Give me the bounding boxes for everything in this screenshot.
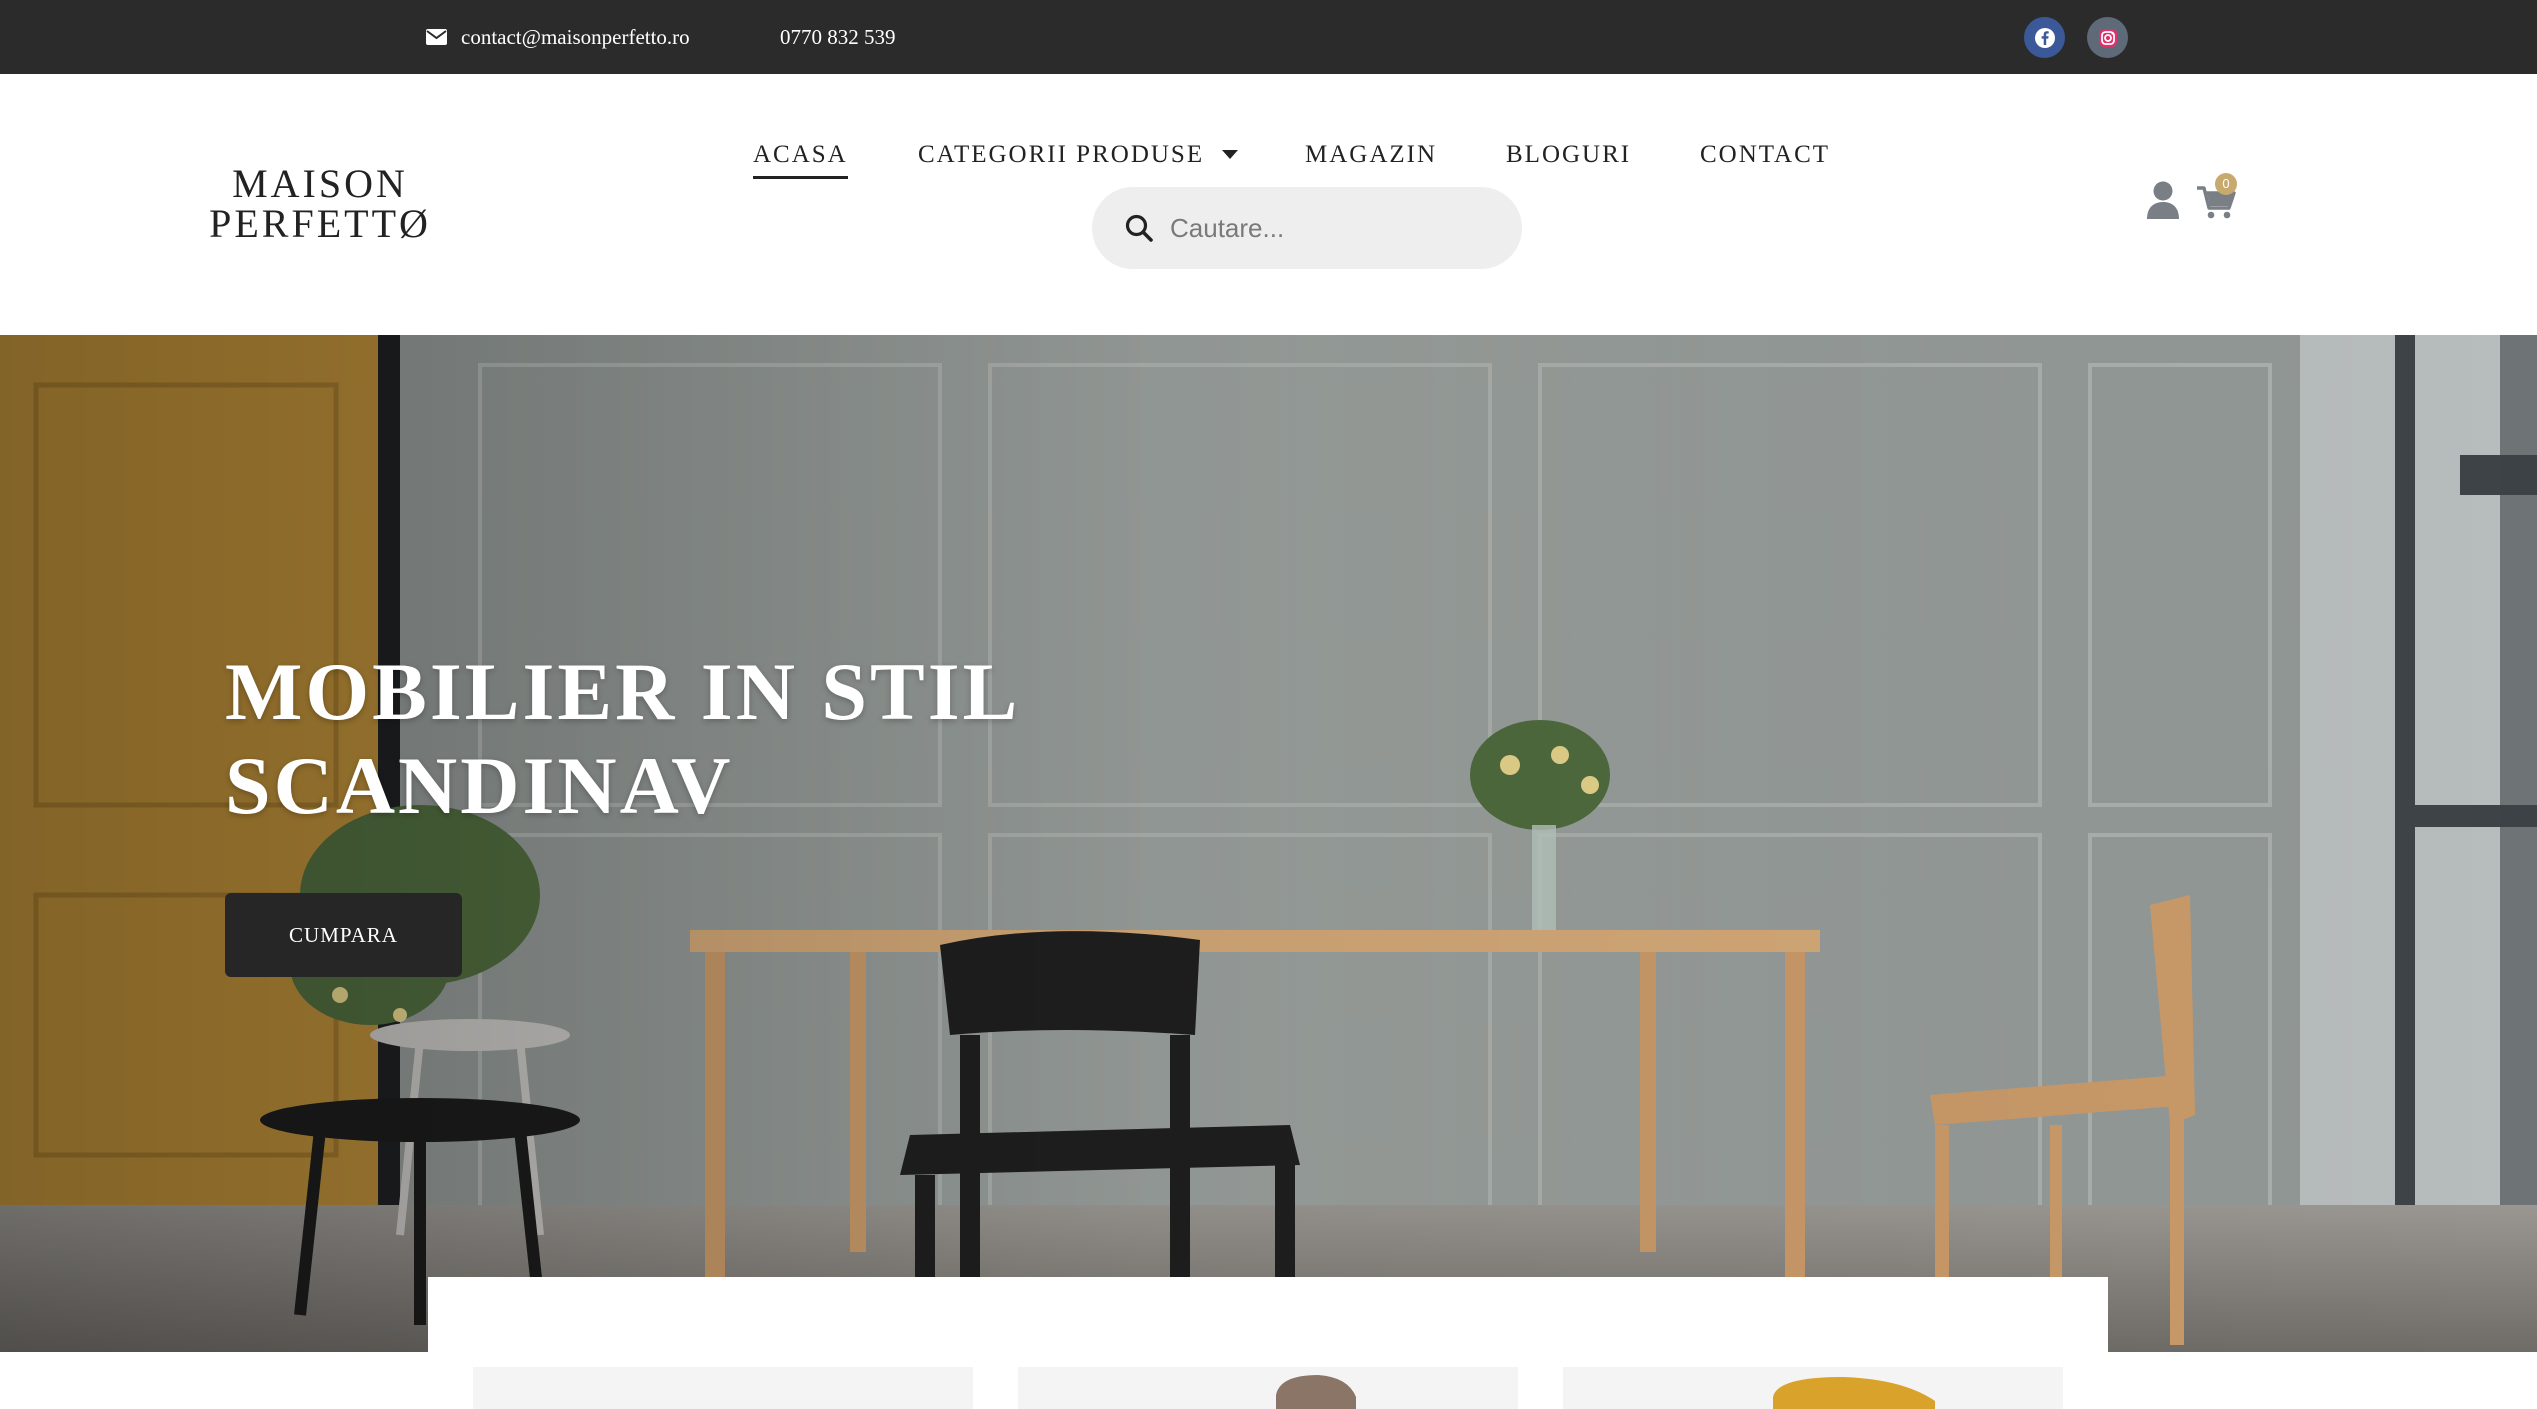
hero-title-line-1: MOBILIER IN STIL bbox=[225, 646, 1021, 737]
product-card[interactable] bbox=[473, 1367, 973, 1409]
caret-down-icon bbox=[1222, 149, 1239, 159]
nav-home[interactable]: ACASA bbox=[753, 130, 848, 180]
cart-count-badge: 0 bbox=[2215, 173, 2237, 195]
nav-blogs[interactable]: BLOGURI bbox=[1506, 130, 1631, 180]
search-bar bbox=[1092, 187, 1522, 269]
nav-shop[interactable]: MAGAZIN bbox=[1305, 130, 1437, 180]
instagram-button[interactable] bbox=[2087, 17, 2128, 58]
site-header: MAISON PERFETTØ ACASA CATEGORII PRODUSE … bbox=[0, 74, 2537, 335]
email-link[interactable]: contact@maisonperfetto.ro bbox=[426, 0, 690, 74]
phone-text: 0770 832 539 bbox=[780, 24, 896, 49]
hero-title: MOBILIER IN STIL SCANDINAV bbox=[225, 645, 1125, 833]
product-image bbox=[1276, 1375, 1356, 1409]
main-nav: ACASA CATEGORII PRODUSE MAGAZIN BLOGURI … bbox=[0, 130, 2537, 180]
product-card[interactable] bbox=[1018, 1367, 1518, 1409]
top-bar: contact@maisonperfetto.ro 0770 832 539 bbox=[0, 0, 2537, 74]
phone-link[interactable]: 0770 832 539 bbox=[780, 0, 896, 74]
product-image bbox=[1773, 1377, 1935, 1409]
hero-banner: MOBILIER IN STIL SCANDINAV CUMPARA bbox=[0, 335, 2537, 1352]
nav-categories[interactable]: CATEGORII PRODUSE bbox=[918, 130, 1239, 180]
search-icon[interactable] bbox=[1122, 211, 1156, 245]
email-text: contact@maisonperfetto.ro bbox=[461, 24, 690, 49]
hero-title-line-2: SCANDINAV bbox=[225, 740, 734, 831]
logo-line-2: PERFETTØ bbox=[209, 201, 431, 246]
nav-contact[interactable]: CONTACT bbox=[1700, 130, 1830, 180]
account-button[interactable] bbox=[2146, 180, 2180, 220]
instagram-icon bbox=[2098, 28, 2117, 47]
user-icon bbox=[2147, 181, 2179, 219]
shop-now-button[interactable]: CUMPARA bbox=[225, 893, 462, 977]
facebook-icon bbox=[2034, 27, 2055, 48]
featured-products bbox=[428, 1277, 2108, 1409]
search-input[interactable] bbox=[1170, 212, 1490, 244]
hero-background-image bbox=[0, 335, 2537, 1352]
envelope-icon bbox=[426, 29, 447, 45]
nav-categories-label: CATEGORII PRODUSE bbox=[918, 141, 1205, 168]
facebook-button[interactable] bbox=[2024, 17, 2065, 58]
product-card[interactable] bbox=[1563, 1367, 2063, 1409]
